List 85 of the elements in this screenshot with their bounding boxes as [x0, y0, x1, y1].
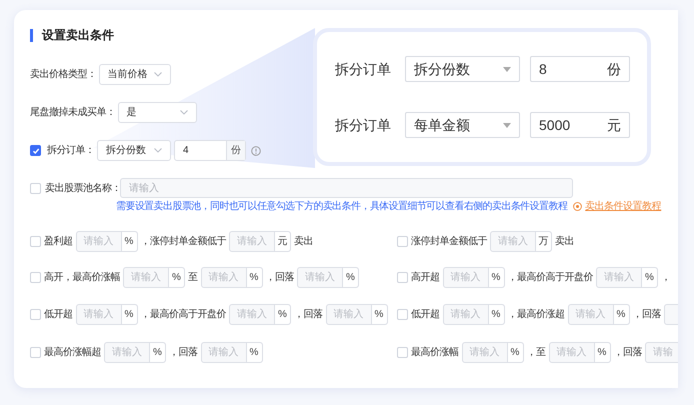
condition-text: ，: [661, 271, 670, 285]
condition-text: ，回落: [169, 346, 198, 360]
target-icon: [573, 202, 582, 210]
condition-text: ，至: [526, 346, 546, 360]
unit-label: %: [342, 268, 358, 287]
unit-label: 元: [607, 116, 621, 134]
number-input[interactable]: 5000 元: [530, 112, 630, 138]
condition-text: ，最高价涨超: [508, 308, 564, 322]
condition-text: ，涨停封单金额低于: [140, 234, 226, 249]
unit-input[interactable]: 请输入 %: [442, 267, 504, 288]
unit-input[interactable]: 请输入 %: [462, 342, 524, 363]
unit-label: %: [149, 343, 165, 362]
condition-text: 卖出: [555, 234, 574, 249]
condition-text: ，最高价高于开盘价: [508, 270, 593, 285]
unit-input[interactable]: 请输入 %: [596, 267, 658, 288]
unit-input[interactable]: 请输入 %: [104, 342, 166, 363]
field-label: 尾盘撤掉未成买单：: [30, 106, 116, 120]
unit-input[interactable]: 请输入 万: [490, 231, 552, 252]
unit-input[interactable]: 请输入 %: [548, 342, 610, 363]
unit-input[interactable]: 请输入 %: [200, 267, 262, 288]
chevron-icon: [154, 148, 162, 153]
unit-input[interactable]: 请输入 %: [123, 267, 185, 288]
condition-text: ，回落: [266, 270, 294, 285]
title-accent-bar: [30, 28, 33, 42]
chevron-icon: [180, 110, 188, 115]
unit-label: %: [594, 343, 610, 362]
field-label: 卖出股票池名称：: [45, 182, 120, 196]
unit-label: %: [120, 232, 136, 251]
field-label: 拆分订单: [335, 60, 392, 78]
number-input[interactable]: 8 份: [530, 56, 630, 82]
select-dropdown[interactable]: 拆分份数: [97, 140, 171, 161]
condition-text: 高开超: [411, 270, 440, 285]
condition-text: 盈利超: [44, 234, 72, 249]
select-dropdown[interactable]: 每单金额: [405, 112, 520, 138]
unit-input[interactable]: 请输入 %: [229, 304, 291, 325]
condition-text: 最高价涨幅: [411, 346, 458, 360]
condition-text: 至: [188, 271, 198, 285]
unit-label: 元: [274, 232, 290, 251]
caret-icon: [503, 66, 511, 72]
select-dropdown[interactable]: 当前价格: [98, 64, 170, 85]
condition-text: 高开，最高价涨幅: [44, 270, 120, 285]
unit-label: %: [370, 305, 386, 324]
chevron-icon: [154, 72, 162, 77]
unit-input[interactable]: 请输入 %: [326, 304, 388, 325]
unit-label: 万: [535, 232, 551, 251]
info-icon: [251, 146, 261, 156]
unit-input[interactable]: 请输入 %: [200, 342, 262, 363]
unit-input[interactable]: 请输入 %: [297, 267, 359, 288]
hint-text: 需要设置卖出股票池，同时也可以任意勾选下方的卖出条件，具体设置细节可以查看右侧的卖出条件设置教程: [116, 200, 568, 214]
unit-input[interactable]: 请输入 %: [568, 304, 630, 325]
select-dropdown[interactable]: 拆分份数: [405, 56, 520, 82]
condition-text: ，回落: [294, 308, 322, 322]
unit-input[interactable]: 请输入 元: [229, 231, 291, 252]
unit-label: %: [274, 305, 290, 324]
condition-text: 低开超: [411, 308, 440, 322]
condition-text: ，回落: [632, 308, 661, 322]
unit-label: %: [612, 305, 628, 324]
field-label: 拆分订单：: [47, 144, 96, 158]
unit-input[interactable]: 请输入 %: [76, 304, 138, 325]
unit-input[interactable]: 请输入 %: [442, 304, 504, 325]
unit-label: %: [120, 305, 136, 324]
condition-text: ，回落: [614, 346, 642, 360]
section-title: 设置卖出条件: [42, 27, 114, 44]
field-label: 卖出价格类型：: [30, 68, 96, 82]
condition-text: 涨停封单金额低于: [411, 234, 487, 249]
unit-label: %: [488, 268, 504, 287]
number-input[interactable]: 4 份: [174, 140, 246, 161]
unit-label: %: [488, 305, 504, 324]
condition-text: ，最高价高于开盘价: [140, 308, 226, 322]
unit-label: %: [168, 268, 184, 287]
unit-label: %: [246, 268, 262, 287]
unit-label: %: [246, 343, 262, 362]
unit-label: %: [641, 268, 657, 287]
select-dropdown[interactable]: 是: [118, 102, 196, 123]
check-icon: [32, 146, 40, 154]
unit-label: %: [506, 343, 522, 362]
unit-label: 份: [607, 60, 621, 78]
unit-label: 份: [226, 141, 245, 160]
field-label: 拆分订单: [335, 116, 392, 134]
condition-text: 低开超: [44, 308, 72, 322]
condition-text: 卖出: [294, 234, 313, 249]
caret-icon: [503, 122, 511, 128]
condition-text: 最高价涨幅超: [44, 346, 101, 360]
checkbox[interactable]: [30, 145, 41, 156]
unit-input[interactable]: 请输入 %: [76, 231, 138, 252]
